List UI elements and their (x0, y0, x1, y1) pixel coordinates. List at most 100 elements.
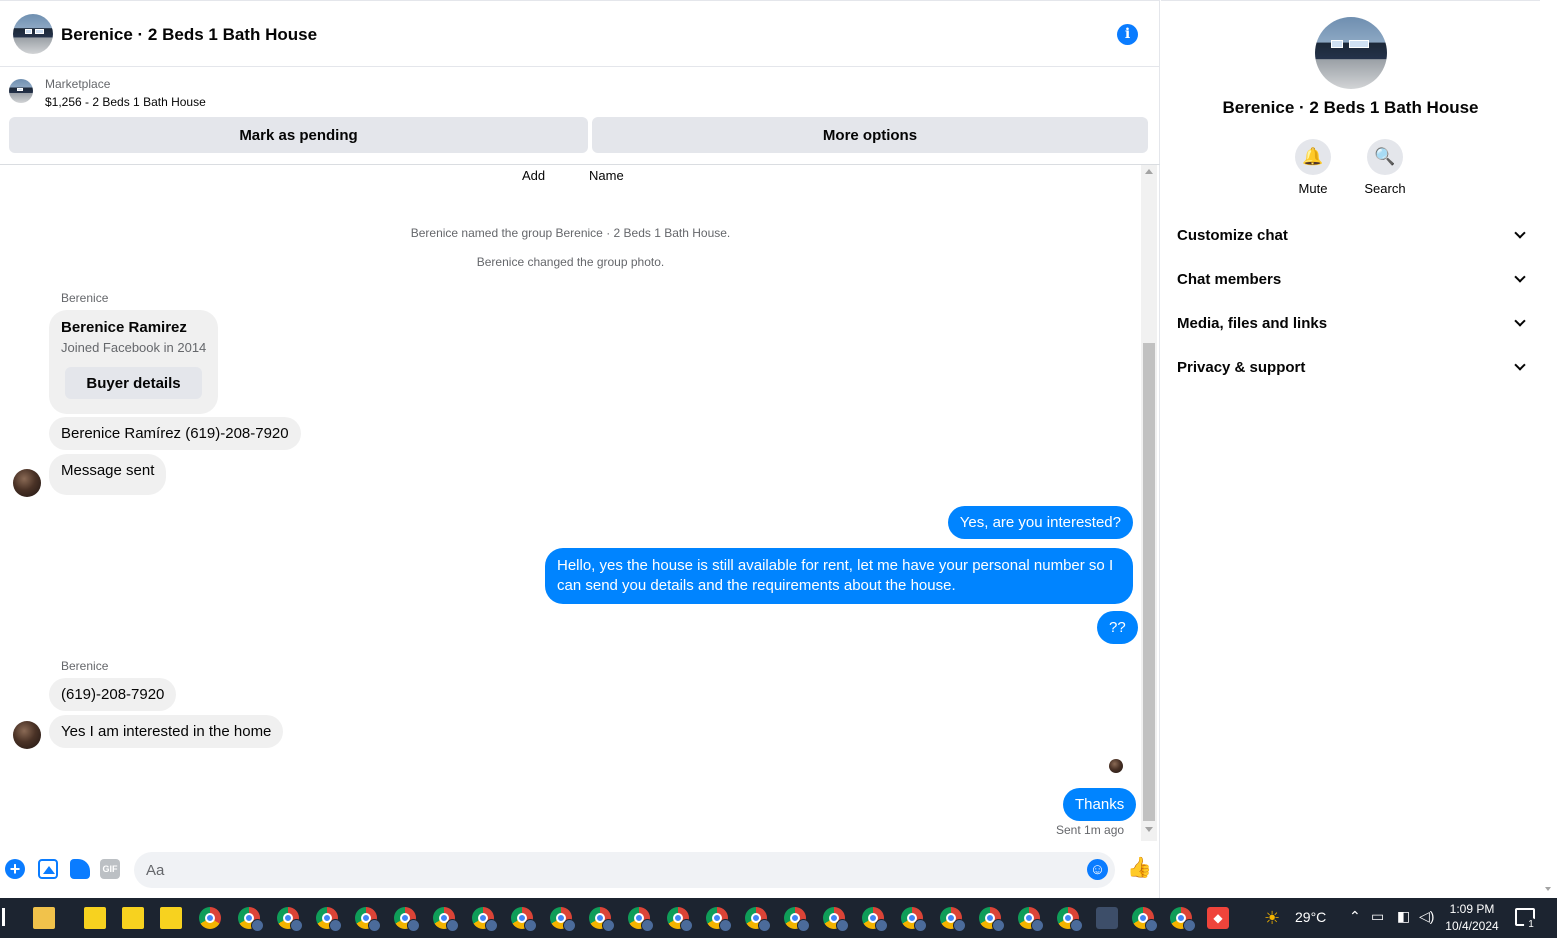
thumbs-up-icon[interactable]: 👍 (1127, 857, 1152, 879)
sender-name: Berenice (61, 291, 109, 305)
message-thread: Add Name Berenice named the group Bereni… (0, 165, 1141, 841)
message-bubble-incoming[interactable]: (619)-208-7920 (49, 678, 177, 711)
scroll-up-arrow-icon[interactable] (1145, 169, 1153, 174)
sticky-notes-icon[interactable] (84, 907, 106, 929)
chat-pane: Berenice · 2 Beds 1 Bath House i Marketp… (0, 0, 1160, 898)
chrome-profile-icon[interactable] (940, 907, 966, 932)
listing-summary[interactable]: $1,256 - 2 Beds 1 Bath House (45, 95, 206, 109)
sender-avatar[interactable] (13, 721, 41, 749)
section-label: Chat members (1177, 270, 1282, 288)
section-label: Media, files and links (1177, 314, 1328, 332)
section-label: Privacy & support (1177, 358, 1306, 376)
scrollbar-thumb[interactable] (1143, 343, 1155, 821)
volume-icon[interactable]: ◁) (1419, 908, 1434, 925)
start-icon[interactable] (2, 908, 5, 926)
file-explorer-icon[interactable] (33, 907, 55, 929)
chrome-profile-icon[interactable] (316, 907, 342, 932)
chrome-profile-icon[interactable] (667, 907, 693, 932)
system-event: Berenice changed the group photo. (476, 255, 665, 269)
meet-now-icon[interactable]: ◧ (1397, 908, 1410, 925)
group-photo[interactable] (1315, 17, 1387, 89)
plus-icon[interactable]: + (5, 859, 25, 879)
chrome-profile-icon[interactable] (1018, 907, 1044, 932)
chrome-profile-icon[interactable] (784, 907, 810, 932)
chrome-profile-icon[interactable] (550, 907, 576, 932)
buyer-joined: Joined Facebook in 2014 (61, 340, 207, 355)
info-icon[interactable]: i (1117, 24, 1138, 45)
chrome-profile-icon[interactable] (862, 907, 888, 932)
chrome-profile-icon[interactable] (589, 907, 615, 932)
message-bubble-incoming[interactable]: Yes I am interested in the home (49, 715, 284, 748)
chrome-profile-icon[interactable] (979, 907, 1005, 932)
chevron-down-icon (1514, 315, 1526, 327)
sticky-notes-icon[interactable] (122, 907, 144, 929)
name-label[interactable]: Name (589, 168, 624, 183)
chrome-profile-icon[interactable] (472, 907, 498, 932)
marketplace-listing-bar: Marketplace $1,256 - 2 Beds 1 Bath House… (0, 67, 1160, 165)
message-bubble-outgoing[interactable]: Hello, yes the house is still available … (545, 548, 1133, 604)
chrome-profile-icon[interactable] (901, 907, 927, 932)
section-chat-members[interactable]: Chat members (1177, 261, 1526, 297)
more-options-button[interactable]: More options (592, 117, 1148, 153)
anydesk-icon[interactable]: ◆ (1207, 907, 1229, 929)
scroll-down-arrow-icon[interactable] (1545, 887, 1551, 891)
chrome-profile-icon[interactable] (823, 907, 849, 932)
message-bubble-outgoing[interactable]: ?? (1097, 611, 1138, 644)
sticky-notes-icon[interactable] (160, 907, 182, 929)
group-avatar[interactable] (13, 14, 53, 54)
photo-icon[interactable] (38, 859, 58, 879)
sender-name: Berenice (61, 659, 109, 673)
mark-as-pending-button[interactable]: Mark as pending (9, 117, 588, 153)
section-label: Customize chat (1177, 226, 1288, 244)
chrome-profile-icon[interactable] (355, 907, 381, 932)
chrome-profile-icon[interactable] (706, 907, 732, 932)
chrome-profile-icon[interactable] (277, 907, 303, 932)
message-bubble-outgoing[interactable]: Thanks (1063, 788, 1137, 821)
chrome-profile-icon[interactable] (1132, 907, 1158, 932)
message-bubble-outgoing[interactable]: Yes, are you interested? (947, 506, 1133, 539)
read-receipt-avatar (1109, 759, 1123, 773)
page-scrollbar[interactable] (1540, 0, 1557, 898)
search-button[interactable]: 🔍 Search (1355, 139, 1415, 196)
chrome-profile-icon[interactable] (238, 907, 264, 932)
chrome-profile-icon[interactable] (433, 907, 459, 932)
chrome-profile-icon[interactable] (511, 907, 537, 932)
sender-avatar[interactable] (13, 469, 41, 497)
emoji-icon[interactable]: ☺ (1087, 859, 1108, 880)
chevron-up-icon[interactable]: ⌃ (1349, 908, 1361, 925)
message-input[interactable] (134, 852, 1115, 888)
chevron-down-icon (1514, 227, 1526, 239)
mute-label: Mute (1298, 181, 1328, 196)
message-bubble-incoming[interactable]: Berenice Ramírez (619)-208-7920 (49, 417, 301, 450)
app-tool-icon[interactable] (1096, 907, 1118, 929)
chrome-profile-icon[interactable] (628, 907, 654, 932)
message-bubble-incoming[interactable]: Message sent (49, 454, 167, 495)
temperature[interactable]: 29°C (1295, 909, 1326, 925)
messenger-window: Berenice · 2 Beds 1 Bath House i Marketp… (0, 0, 1557, 938)
mute-button[interactable]: 🔔 Mute (1283, 139, 1343, 196)
section-media-files-links[interactable]: Media, files and links (1177, 305, 1526, 341)
clock-date[interactable]: 10/4/2024 (1443, 919, 1501, 933)
listing-thumbnail[interactable] (9, 79, 33, 103)
gif-icon[interactable]: GIF (100, 859, 120, 879)
chrome-profile-icon[interactable] (1057, 907, 1083, 932)
chrome-profile-icon[interactable] (394, 907, 420, 932)
weather-icon[interactable]: ☀ (1264, 907, 1286, 929)
buyer-details-button[interactable]: Buyer details (65, 367, 202, 399)
section-customize-chat[interactable]: Customize chat (1177, 217, 1526, 253)
sticker-icon[interactable] (70, 859, 90, 879)
network-icon[interactable]: ▭ (1371, 908, 1384, 925)
scroll-down-arrow-icon[interactable] (1145, 827, 1153, 832)
chrome-profile-icon[interactable] (1170, 907, 1196, 932)
search-icon: 🔍 (1367, 139, 1403, 175)
add-label[interactable]: Add (522, 168, 545, 183)
panel-title: Berenice · 2 Beds 1 Bath House (1222, 98, 1479, 117)
chrome-icon[interactable] (199, 907, 221, 929)
windows-taskbar: ◆ ☀ 29°C ⌃ ▭ ◧ ◁) 1:09 PM 10/4/2024 1 (0, 898, 1557, 938)
search-label: Search (1364, 181, 1406, 196)
section-privacy-support[interactable]: Privacy & support (1177, 349, 1526, 385)
chrome-profile-icon[interactable] (745, 907, 771, 932)
message-scrollbar[interactable] (1141, 165, 1157, 841)
clock-time[interactable]: 1:09 PM (1449, 902, 1495, 916)
chat-title[interactable]: Berenice · 2 Beds 1 Bath House (61, 25, 317, 45)
